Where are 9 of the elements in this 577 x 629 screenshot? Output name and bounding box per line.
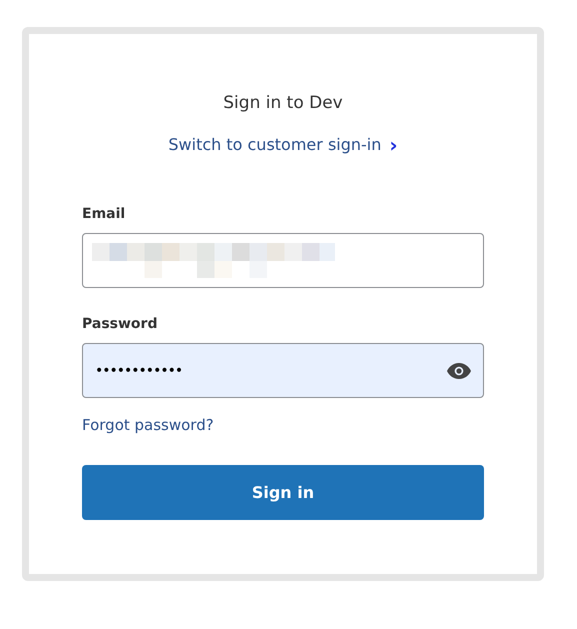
password-label: Password (82, 315, 158, 334)
switch-sign-in-link[interactable]: Switch to customer sign-in › (168, 134, 398, 156)
email-field[interactable] (82, 233, 484, 288)
forgot-password-link[interactable]: Forgot password? (82, 415, 214, 435)
sign-in-title: Sign in to Dev (223, 92, 343, 114)
password-field[interactable]: •••••••••••• (82, 343, 484, 398)
sign-in-button[interactable]: Sign in (82, 465, 484, 520)
eye-icon[interactable] (447, 362, 471, 378)
email-label: Email (82, 205, 126, 224)
